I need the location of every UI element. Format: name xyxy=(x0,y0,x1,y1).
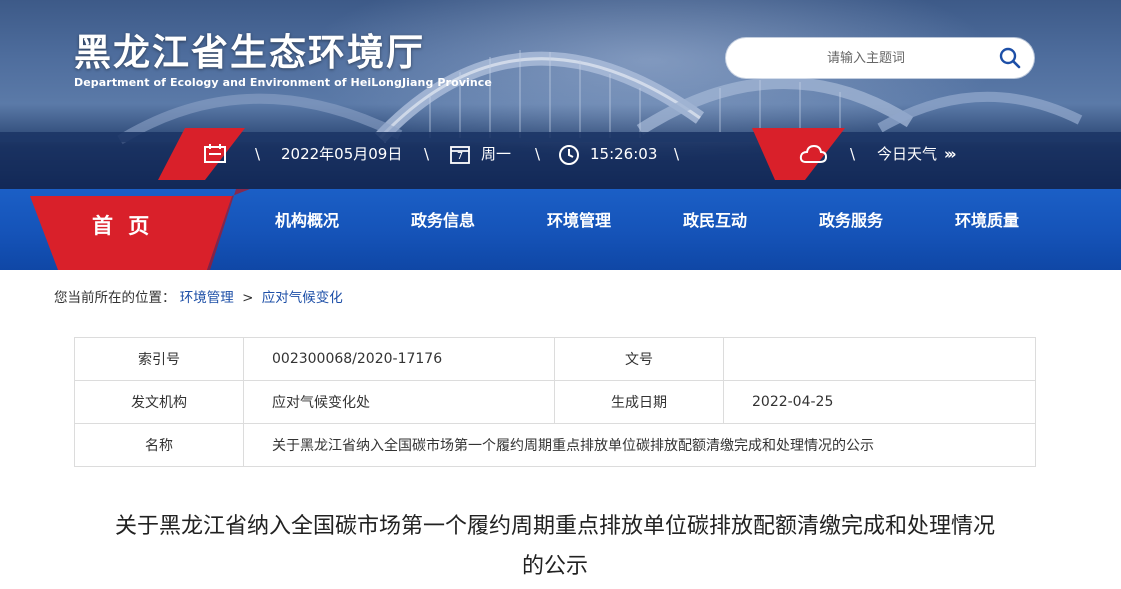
nav-item-env-management[interactable]: 环境管理 xyxy=(547,207,611,231)
issuer-label: 发文机构 xyxy=(74,380,244,424)
weather-more-icon[interactable]: ››› xyxy=(944,128,956,180)
cloud-icon xyxy=(799,144,827,163)
weather-link[interactable]: 今日天气 xyxy=(877,128,937,180)
nav-home[interactable]: 首 页 xyxy=(92,210,153,240)
name-label: 名称 xyxy=(74,423,244,467)
info-separator: \ xyxy=(424,145,430,163)
document-info-table: 索引号 002300068/2020-17176 文号 发文机构 应对气候变化处… xyxy=(74,337,1036,467)
article-title: 关于黑龙江省纳入全国碳市场第一个履约周期重点排放单位碳排放配额清缴完成和处理情况… xyxy=(60,507,1050,587)
nav-item-org-overview[interactable]: 机构概况 xyxy=(275,207,339,231)
breadcrumb-separator: > xyxy=(242,290,254,306)
article-title-line2: 的公示 xyxy=(521,554,588,579)
current-weekday: 周一 xyxy=(481,145,512,163)
doc-number-label: 文号 xyxy=(554,337,724,381)
doc-number-value xyxy=(723,337,1036,381)
name-value: 关于黑龙江省纳入全国碳市场第一个履约周期重点排放单位碳排放配额清缴完成和处理情况… xyxy=(243,423,1036,467)
breadcrumb-link-env-management[interactable]: 环境管理 xyxy=(180,290,234,306)
nav-item-interaction[interactable]: 政民互动 xyxy=(683,207,747,231)
table-row: 索引号 002300068/2020-17176 文号 xyxy=(74,337,1036,381)
breadcrumb: 您当前所在的位置： 环境管理 > 应对气候变化 xyxy=(54,286,343,306)
info-separator: \ xyxy=(850,145,856,163)
current-time: 15:26:03 xyxy=(590,145,658,163)
nav-item-env-quality[interactable]: 环境质量 xyxy=(955,207,1019,231)
created-date-label: 生成日期 xyxy=(554,380,724,424)
nav-item-gov-info[interactable]: 政务信息 xyxy=(411,207,475,231)
created-date-value: 2022-04-25 xyxy=(723,380,1036,424)
nav-item-gov-services[interactable]: 政务服务 xyxy=(819,207,883,231)
calendar-icon xyxy=(204,144,226,163)
calendar-day-number: 7 xyxy=(456,151,464,162)
index-number-label: 索引号 xyxy=(74,337,244,381)
info-left-red-block xyxy=(158,128,245,180)
issuer-value: 应对气候变化处 xyxy=(243,380,555,424)
day-calendar-icon: 7 xyxy=(450,145,470,164)
clock-icon xyxy=(559,145,579,165)
info-separator: \ xyxy=(674,145,680,163)
article-title-line1: 关于黑龙江省纳入全国碳市场第一个履约周期重点排放单位碳排放配额清缴完成和处理情况 xyxy=(114,514,995,539)
table-row: 发文机构 应对气候变化处 生成日期 2022-04-25 xyxy=(74,380,1036,424)
info-separator: \ xyxy=(535,145,541,163)
info-separator: \ xyxy=(255,145,261,163)
current-date: 2022年05月09日 xyxy=(281,145,403,163)
breadcrumb-prefix: 您当前所在的位置： xyxy=(54,290,176,306)
index-number-value: 002300068/2020-17176 xyxy=(243,337,555,381)
breadcrumb-link-climate[interactable]: 应对气候变化 xyxy=(262,290,343,306)
table-row: 名称 关于黑龙江省纳入全国碳市场第一个履约周期重点排放单位碳排放配额清缴完成和处… xyxy=(74,423,1036,467)
